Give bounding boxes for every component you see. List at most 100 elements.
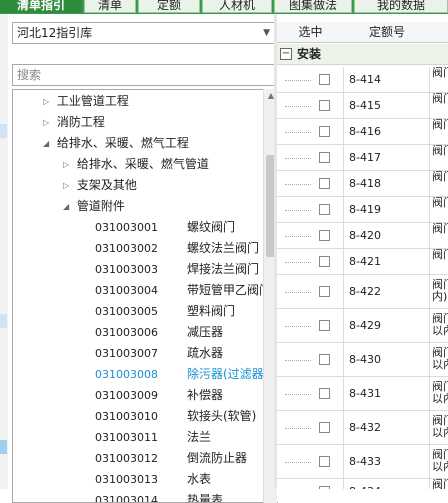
tree-node-supports[interactable]: ▷ 支架及其他 <box>63 175 137 196</box>
item-name: 法兰 <box>187 430 212 444</box>
quota-code: 8-416 <box>349 124 381 138</box>
table-row[interactable]: 8-420 阀门 <box>277 223 448 249</box>
top-tab-bar: 清单指引 清单 定额 人材机 图集做法 我的数据 <box>0 0 448 14</box>
tree-leaf-item[interactable]: 031003006 减压器 <box>95 322 223 343</box>
table-row[interactable]: 8-418 阀门 <box>277 171 448 197</box>
row-checkbox[interactable] <box>319 421 330 433</box>
tab-list-guide[interactable]: 清单指引 <box>0 0 82 13</box>
table-row[interactable]: 8-417 阀门 <box>277 145 448 171</box>
row-checkbox[interactable] <box>319 353 330 365</box>
item-name: 塑料阀门 <box>187 304 236 318</box>
table-row[interactable]: 8-431 阀门以內 <box>277 377 448 411</box>
quota-code: 8-434 <box>349 485 381 490</box>
row-checkbox[interactable] <box>319 455 330 467</box>
row-checkbox[interactable] <box>319 229 330 241</box>
quota-name: 阀门 <box>432 479 448 489</box>
table-row[interactable]: 8-416 阀门 <box>277 119 448 145</box>
table-row[interactable]: 8-432 阀门以內 <box>277 411 448 445</box>
guide-tree: ▷ 工业管道工程 ▷ 消防工程 ◢ 给排水、采暖、燃气工程 ▷ 给排水、采暖、燃… <box>12 89 278 503</box>
row-checkbox[interactable] <box>319 125 330 137</box>
table-row[interactable]: 8-414 阀门 <box>277 67 448 93</box>
tree-node-label: 支架及其他 <box>76 178 137 192</box>
row-checkbox[interactable] <box>319 203 330 215</box>
row-checkbox[interactable] <box>319 255 330 267</box>
edge-marker <box>0 440 7 454</box>
table-row[interactable]: 8-419 阀门 <box>277 197 448 223</box>
row-checkbox[interactable] <box>319 151 330 163</box>
table-row[interactable]: 8-421 阀门 <box>277 249 448 275</box>
tree-leaf-item[interactable]: 031003005 塑料阀门 <box>95 301 235 322</box>
tree-node-pipe-fittings[interactable]: ◢ 管道附件 <box>63 196 125 217</box>
tab-labor-material-machine[interactable]: 人材机 <box>202 0 272 13</box>
library-select[interactable]: 河北12指引库 ▼ <box>12 22 275 44</box>
tree-leaf-item[interactable]: 031003001 螺纹阀门 <box>95 217 235 238</box>
quota-name: 阀门 <box>432 223 448 235</box>
tab-my-data[interactable]: 我的数据 <box>354 0 448 13</box>
row-checkbox[interactable] <box>319 485 330 489</box>
table-row[interactable]: 8-429 阀门以內 <box>277 309 448 343</box>
row-checkbox[interactable] <box>319 99 330 111</box>
tree-leaf-item[interactable]: 031003010 软接头(软管) <box>95 406 256 427</box>
tree-leaf-item[interactable]: 031003002 螺纹法兰阀门 <box>95 238 259 259</box>
tree-leaf-item[interactable]: 031003011 法兰 <box>95 427 211 448</box>
chevron-down-icon[interactable]: ▼ <box>263 23 270 43</box>
tree-leaf-item[interactable]: 031003013 水表 <box>95 469 211 490</box>
tree-node-fire-protection[interactable]: ▷ 消防工程 <box>43 112 105 133</box>
quota-code: 8-420 <box>349 228 381 242</box>
item-code: 031003004 <box>95 284 158 297</box>
table-row[interactable]: 8-415 阀门 <box>277 93 448 119</box>
quota-name: 阀门 <box>432 171 448 183</box>
row-checkbox[interactable] <box>319 73 330 85</box>
expand-arrow-icon[interactable]: ▷ <box>63 175 73 196</box>
tab-atlas-method[interactable]: 图集做法 <box>274 0 352 13</box>
row-checkbox[interactable] <box>319 387 330 399</box>
quota-name-line2: 以內 <box>432 392 448 405</box>
expand-arrow-icon[interactable]: ▷ <box>63 154 73 175</box>
tree-leaf-item[interactable]: 031003014 热量表 <box>95 490 223 502</box>
row-checkbox[interactable] <box>319 285 330 297</box>
row-checkbox[interactable] <box>319 319 330 331</box>
column-header-select[interactable]: 选中 <box>277 22 344 42</box>
row-checkbox[interactable] <box>319 177 330 189</box>
tree-leaf-item[interactable]: 031003009 补偿器 <box>95 385 223 406</box>
column-header-quota-number[interactable]: 定额号 <box>344 22 430 42</box>
quota-name-line2: 以內 <box>432 358 448 371</box>
search-input[interactable]: 搜索 <box>12 64 280 86</box>
quota-code: 8-417 <box>349 150 381 164</box>
item-name: 疏水器 <box>187 346 224 360</box>
item-name: 减压器 <box>187 325 224 339</box>
tree-leaf-item[interactable]: 031003007 疏水器 <box>95 343 223 364</box>
group-row-install[interactable]: − 安装 <box>277 44 448 65</box>
item-code: 031003003 <box>95 263 158 276</box>
tree-node-industrial-pipe[interactable]: ▷ 工业管道工程 <box>43 91 129 112</box>
quota-code: 8-432 <box>349 420 381 434</box>
tree-leaf-item[interactable]: 031003004 带短管甲乙阀门 <box>95 280 271 301</box>
expand-arrow-icon[interactable]: ▷ <box>43 112 53 133</box>
tab-quota[interactable]: 定额 <box>138 0 200 13</box>
guide-library-panel: 河北12指引库 ▼ 搜索 ▷ 工业管道工程 ▷ 消防工程 ◢ 给排水、采暖、燃气… <box>8 14 280 503</box>
table-row[interactable]: 8-422 阀门内) <box>277 275 448 309</box>
item-code: 031003002 <box>95 242 158 255</box>
item-code: 031003005 <box>95 305 158 318</box>
collapse-arrow-icon[interactable]: ◢ <box>63 196 73 217</box>
quota-code: 8-421 <box>349 254 381 268</box>
collapse-minus-icon[interactable]: − <box>280 48 292 60</box>
expand-arrow-icon[interactable]: ▷ <box>43 91 53 112</box>
table-row[interactable]: 8-430 阀门以內 <box>277 343 448 377</box>
tree-node-pipes[interactable]: ▷ 给排水、采暖、燃气管道 <box>63 154 209 175</box>
tree-leaf-item[interactable]: 031003003 焊接法兰阀门 <box>95 259 259 280</box>
item-name: 软接头(软管) <box>187 409 257 423</box>
collapse-arrow-icon[interactable]: ◢ <box>43 133 53 154</box>
table-row[interactable]: 8-433 阀门以內 <box>277 445 448 479</box>
tree-node-water-heating-gas[interactable]: ◢ 给排水、采暖、燃气工程 <box>43 133 189 154</box>
quota-name-line2: 以內 <box>432 324 448 337</box>
item-code: 031003008 <box>95 368 158 381</box>
quota-name: 阀门 <box>432 249 448 261</box>
quota-name: 阀门 <box>432 67 448 79</box>
quota-code: 8-430 <box>349 352 381 366</box>
tab-list[interactable]: 清单 <box>84 0 136 13</box>
tree-node-label: 给排水、采暖、燃气工程 <box>56 136 189 150</box>
table-row[interactable]: 8-434 阀门 <box>277 479 448 489</box>
tree-leaf-item-selected[interactable]: 031003008 除污器(过滤器) <box>95 364 268 385</box>
tree-leaf-item[interactable]: 031003012 倒流防止器 <box>95 448 247 469</box>
